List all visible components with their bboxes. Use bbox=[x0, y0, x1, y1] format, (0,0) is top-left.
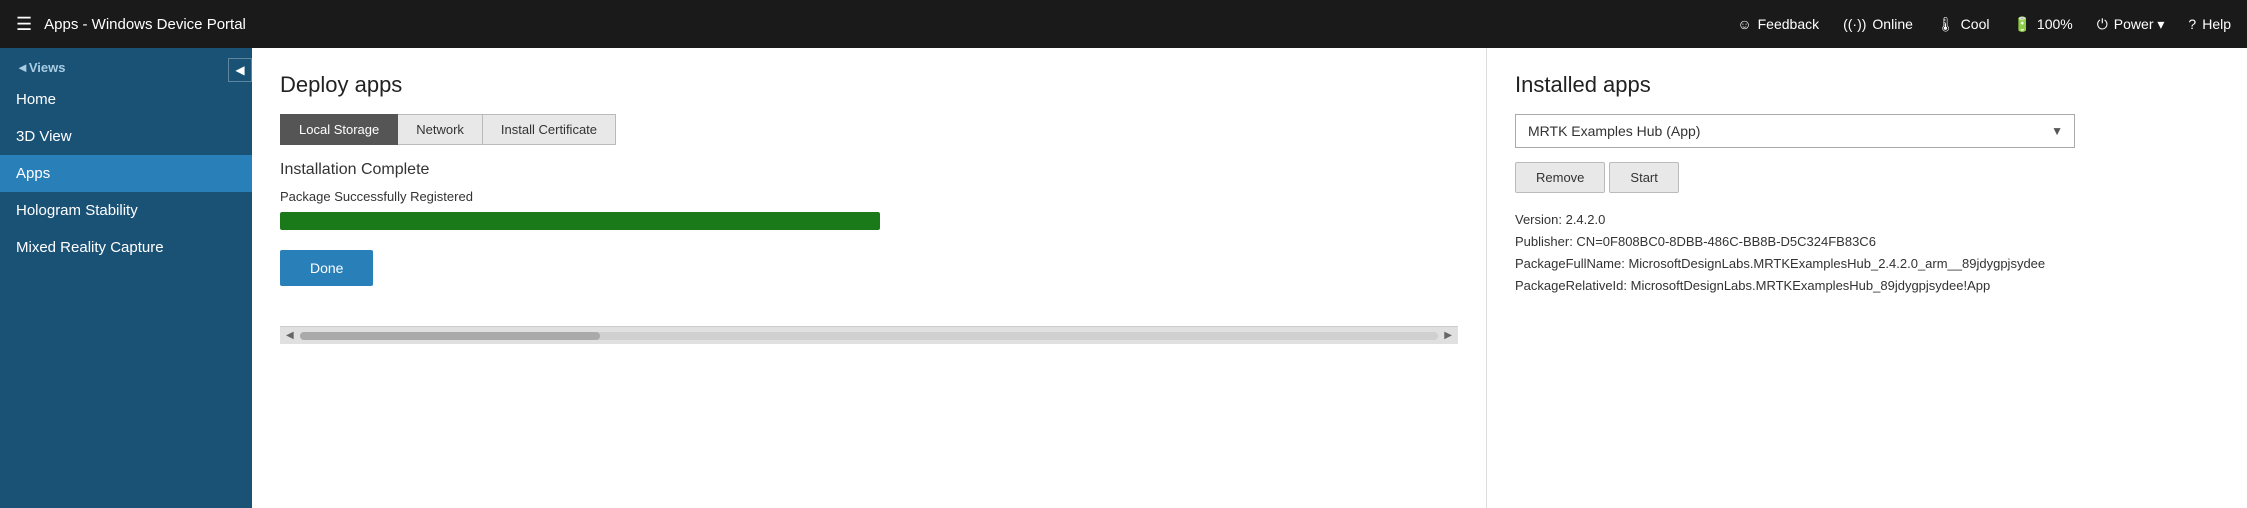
online-label: Online bbox=[1872, 16, 1912, 32]
scroll-right-icon[interactable]: ▶ bbox=[1442, 330, 1454, 341]
content-panels: Deploy apps Local Storage Network Instal… bbox=[252, 48, 2247, 508]
sidebar-item-3dview[interactable]: 3D View bbox=[0, 118, 252, 155]
deploy-title: Deploy apps bbox=[280, 72, 1458, 98]
version-detail: Version: 2.4.2.0 bbox=[1515, 209, 2219, 231]
sidebar-item-apps[interactable]: Apps bbox=[0, 155, 252, 192]
scrollbar-thumb[interactable] bbox=[300, 332, 600, 340]
temp-indicator: 🌡 Cool bbox=[1937, 16, 1990, 33]
fullname-detail: PackageFullName: MicrosoftDesignLabs.MRT… bbox=[1515, 253, 2219, 275]
installed-panel: Installed apps MRTK Examples Hub (App) ▼… bbox=[1487, 48, 2247, 508]
feedback-icon: ☺ bbox=[1737, 16, 1751, 32]
done-button[interactable]: Done bbox=[280, 250, 373, 286]
scrollbar-track[interactable] bbox=[300, 332, 1439, 340]
progress-bar-fill bbox=[280, 212, 880, 230]
scroll-left-icon[interactable]: ◀ bbox=[284, 330, 296, 341]
tab-network[interactable]: Network bbox=[398, 114, 483, 145]
package-status: Package Successfully Registered bbox=[280, 189, 1458, 204]
online-icon: ((·)) bbox=[1843, 16, 1866, 32]
help-button[interactable]: ? Help bbox=[2188, 16, 2231, 32]
hamburger-icon[interactable]: ☰ bbox=[16, 14, 32, 35]
app-details: Version: 2.4.2.0 Publisher: CN=0F808BC0-… bbox=[1515, 209, 2219, 297]
sidebar: ◀ ◄Views Home 3D View Apps Hologram Stab… bbox=[0, 48, 252, 508]
help-icon: ? bbox=[2188, 16, 2196, 32]
power-label: Power ▾ bbox=[2114, 16, 2165, 33]
main-content: Deploy apps Local Storage Network Instal… bbox=[252, 48, 2247, 508]
app-select[interactable]: MRTK Examples Hub (App) bbox=[1515, 114, 2075, 148]
battery-indicator: 🔋 100% bbox=[2013, 16, 2072, 33]
app-title: Apps - Windows Device Portal bbox=[44, 16, 1725, 33]
start-button[interactable]: Start bbox=[1609, 162, 1678, 193]
action-buttons: Remove Start bbox=[1515, 162, 2219, 193]
install-status: Installation Complete bbox=[280, 161, 1458, 179]
help-label: Help bbox=[2202, 16, 2231, 32]
remove-button[interactable]: Remove bbox=[1515, 162, 1605, 193]
sidebar-collapse-button[interactable]: ◀ bbox=[228, 58, 252, 82]
battery-icon: 🔋 bbox=[2013, 16, 2030, 33]
tab-local-storage[interactable]: Local Storage bbox=[280, 114, 398, 145]
topbar-right: ☺ Feedback ((·)) Online 🌡 Cool 🔋 100% ⏻ … bbox=[1737, 16, 2231, 33]
horizontal-scrollbar[interactable]: ◀ ▶ bbox=[280, 326, 1458, 344]
relativeid-detail: PackageRelativeId: MicrosoftDesignLabs.M… bbox=[1515, 275, 2219, 297]
power-button[interactable]: ⏻ Power ▾ bbox=[2097, 16, 2165, 33]
topbar: ☰ Apps - Windows Device Portal ☺ Feedbac… bbox=[0, 0, 2247, 48]
publisher-detail: Publisher: CN=0F808BC0-8DBB-486C-BB8B-D5… bbox=[1515, 231, 2219, 253]
feedback-button[interactable]: ☺ Feedback bbox=[1737, 16, 1819, 32]
feedback-label: Feedback bbox=[1758, 16, 1819, 32]
app-dropdown-container: MRTK Examples Hub (App) ▼ bbox=[1515, 114, 2219, 148]
sidebar-item-mixed-reality-capture[interactable]: Mixed Reality Capture bbox=[0, 229, 252, 266]
sidebar-item-hologram-stability[interactable]: Hologram Stability bbox=[0, 192, 252, 229]
tab-install-certificate[interactable]: Install Certificate bbox=[483, 114, 616, 145]
battery-label: 100% bbox=[2037, 16, 2073, 32]
temp-icon: 🌡 bbox=[1937, 16, 1955, 33]
deploy-panel: Deploy apps Local Storage Network Instal… bbox=[252, 48, 1487, 508]
progress-bar-container bbox=[280, 212, 880, 230]
deploy-tabs: Local Storage Network Install Certificat… bbox=[280, 114, 1458, 145]
main-layout: ◀ ◄Views Home 3D View Apps Hologram Stab… bbox=[0, 48, 2247, 508]
sidebar-item-home[interactable]: Home bbox=[0, 81, 252, 118]
online-indicator: ((·)) Online bbox=[1843, 16, 1913, 32]
installed-title: Installed apps bbox=[1515, 72, 2219, 98]
power-icon: ⏻ bbox=[2097, 16, 2108, 33]
views-section-label: ◄Views bbox=[0, 48, 252, 81]
temp-label: Cool bbox=[1961, 16, 1990, 32]
